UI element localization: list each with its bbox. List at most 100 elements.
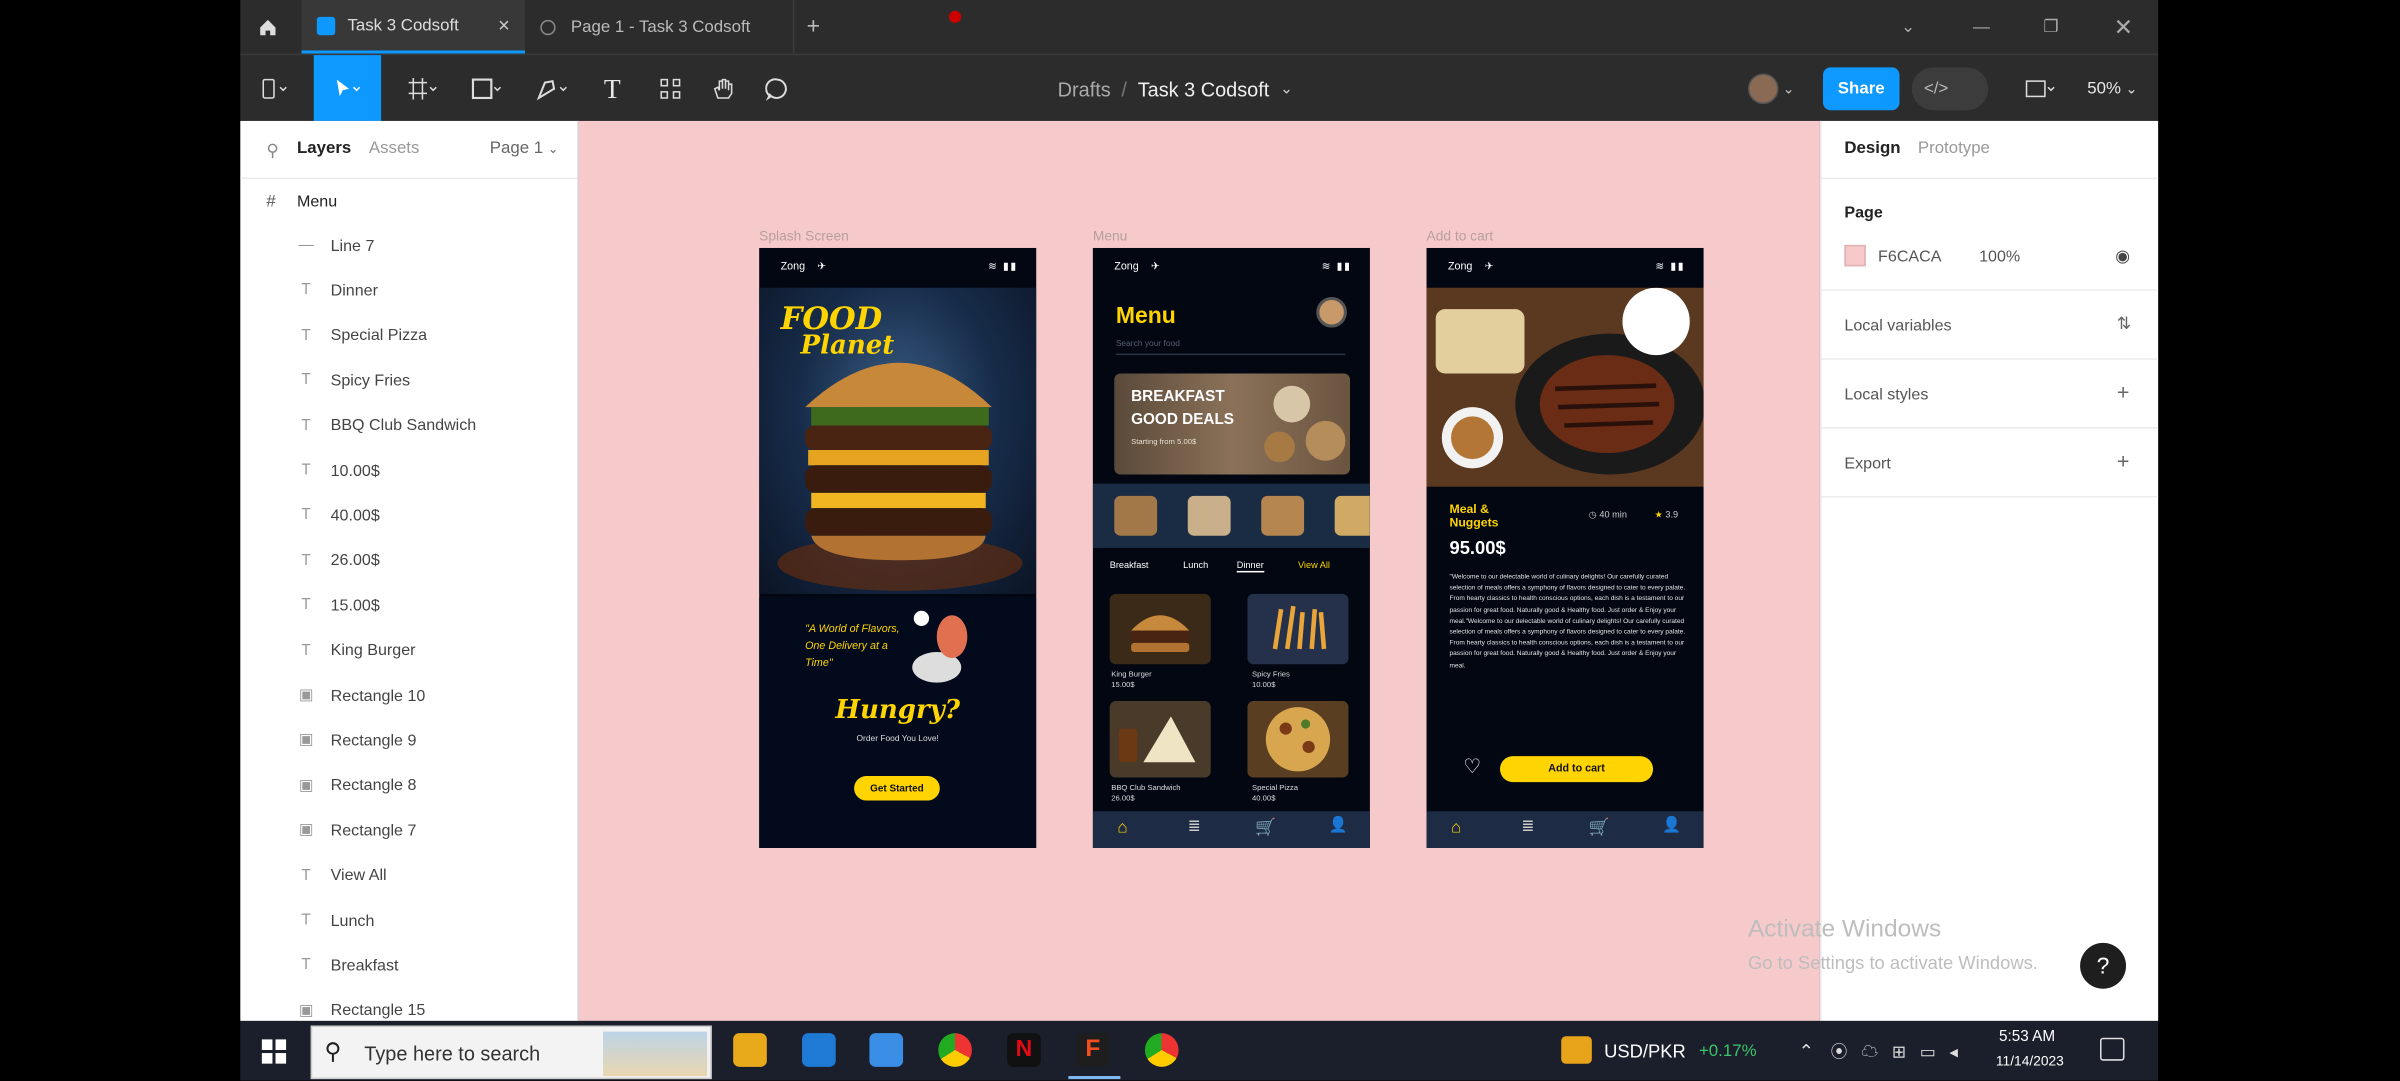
frame-label-splash[interactable]: Splash Screen — [759, 228, 849, 243]
item-image-pizza[interactable] — [1247, 701, 1349, 778]
chevron-up-icon[interactable]: ⌃ — [1798, 1041, 1813, 1062]
home-icon[interactable] — [240, 0, 295, 54]
text-tool-icon[interactable]: T — [595, 67, 629, 110]
file-explorer-icon[interactable] — [733, 1033, 767, 1067]
share-button[interactable]: Share — [1822, 67, 1900, 111]
netflix-icon[interactable]: N — [1007, 1033, 1041, 1067]
category-lunch[interactable]: Lunch — [1183, 562, 1208, 571]
restore-icon[interactable]: ❐ — [2043, 0, 2067, 54]
layer-item[interactable]: T Special Pizza — [240, 313, 577, 357]
avatar[interactable]: ⌄ — [1743, 67, 1798, 110]
chrome-icon[interactable] — [938, 1033, 972, 1067]
tab-page1[interactable]: Page 1 - Task 3 Codsoft — [525, 0, 795, 54]
category-dinner[interactable]: Dinner — [1236, 562, 1264, 573]
category-breakfast[interactable]: Breakfast — [1110, 562, 1149, 571]
frame-label-menu[interactable]: Menu — [1093, 228, 1127, 243]
item-image-sandwich[interactable] — [1109, 701, 1211, 778]
layer-item[interactable]: T View All — [240, 853, 577, 897]
user-icon[interactable]: 👤 — [1662, 817, 1681, 834]
chevron-down-icon[interactable]: ⌄ — [1280, 80, 1293, 97]
main-menu-icon[interactable] — [253, 67, 299, 110]
comment-tool-icon[interactable] — [761, 67, 795, 110]
dev-mode-toggle[interactable]: </> — [1911, 67, 1989, 111]
layer-item[interactable]: ▣ Rectangle 8 — [240, 763, 577, 807]
layer-item[interactable]: T Spicy Fries — [240, 358, 577, 402]
layer-item[interactable]: T Dinner — [240, 268, 577, 312]
layer-item[interactable]: T 10.00$ — [240, 448, 577, 492]
rectangle-tool-icon[interactable] — [464, 67, 510, 110]
store-icon[interactable] — [869, 1033, 904, 1067]
frame-tool-icon[interactable] — [399, 67, 445, 110]
hand-tool-icon[interactable] — [707, 67, 741, 110]
page-opacity[interactable]: 100% — [1979, 248, 2020, 266]
cart-icon[interactable]: 🛒 — [1589, 817, 1610, 837]
tab-design[interactable]: Design — [1844, 139, 1900, 157]
search-input[interactable]: Search your food — [1115, 340, 1346, 356]
layer-item[interactable]: — Line 7 — [240, 223, 577, 267]
page-selector[interactable]: Page 1 ⌄ — [490, 139, 558, 157]
resources-tool-icon[interactable] — [654, 67, 688, 110]
item-image-burger[interactable] — [1109, 593, 1211, 665]
layer-item[interactable]: T Lunch — [240, 898, 577, 942]
cart-icon[interactable]: 🛒 — [1255, 817, 1276, 837]
add-to-cart-frame[interactable]: Zong ✈ ≋ ▮▮ Meal & Nuggets 95.00$ ◷ 40 m… — [1426, 247, 1704, 848]
layer-item[interactable]: T 26.00$ — [240, 538, 577, 582]
tab-prototype[interactable]: Prototype — [1918, 139, 1990, 157]
layer-item[interactable]: ▣ Rectangle 7 — [240, 808, 577, 852]
profile-avatar[interactable] — [1316, 296, 1347, 328]
layer-item[interactable]: ▣ Rectangle 10 — [240, 673, 577, 717]
tab-layers[interactable]: Layers — [297, 139, 351, 157]
layer-item[interactable]: T Breakfast — [240, 943, 577, 987]
zoom-level[interactable]: 50% ⌄ — [2082, 67, 2143, 110]
layer-item[interactable]: T 40.00$ — [240, 493, 577, 537]
layer-item[interactable]: T BBQ Club Sandwich — [240, 403, 577, 447]
tab-assets[interactable]: Assets — [369, 139, 420, 157]
tab-task3[interactable]: Task 3 Codsoft × — [301, 0, 525, 54]
breadcrumb-drafts[interactable]: Drafts — [1058, 77, 1111, 100]
menu-screen-frame[interactable]: Zong ✈ ≋ ▮▮ Menu Search your food BREAKF… — [1092, 247, 1370, 848]
add-export-icon[interactable]: + — [2117, 448, 2130, 472]
clock-date[interactable]: 11/14/2023 — [1996, 1053, 2064, 1068]
minimize-icon[interactable]: — — [1973, 0, 1997, 54]
home-icon[interactable]: ⌂ — [1117, 819, 1127, 837]
system-tray-icons[interactable]: ⦿☁⊞▭◂ — [1831, 1039, 1972, 1063]
windows-start-icon[interactable] — [261, 1039, 287, 1064]
variables-icon[interactable]: ⇅ — [2117, 314, 2131, 333]
layer-item[interactable]: T 15.00$ — [240, 583, 577, 627]
mail-icon[interactable] — [802, 1033, 836, 1067]
splash-screen-frame[interactable]: Zong ✈ ≋ ▮▮ FOOD Planet "A World of Flav… — [759, 247, 1037, 848]
item-image-fries[interactable] — [1247, 593, 1349, 665]
home-icon[interactable]: ⌂ — [1451, 819, 1461, 837]
get-started-button[interactable]: Get Started — [854, 776, 940, 801]
search-icon[interactable]: ⚲ — [266, 141, 278, 160]
list-icon[interactable]: ≣ — [1521, 819, 1534, 836]
chrome-profile-icon[interactable] — [1144, 1033, 1179, 1067]
add-style-icon[interactable]: + — [2117, 380, 2130, 404]
close-tab-icon[interactable]: × — [498, 14, 510, 37]
list-icon[interactable]: ≣ — [1188, 819, 1201, 836]
help-button[interactable]: ? — [2080, 942, 2127, 989]
move-tool-icon[interactable] — [313, 55, 382, 121]
pen-tool-icon[interactable] — [528, 67, 577, 110]
page-color-swatch[interactable] — [1844, 244, 1866, 267]
close-window-icon[interactable]: ✕ — [2114, 0, 2138, 54]
add-to-cart-button[interactable]: Add to cart — [1499, 756, 1654, 783]
view-all-link[interactable]: View All — [1298, 562, 1330, 571]
present-icon[interactable] — [2019, 67, 2065, 110]
frame-label-cart[interactable]: Add to cart — [1427, 228, 1494, 243]
layer-item[interactable]: T King Burger — [240, 628, 577, 672]
layer-item[interactable]: ▣ Rectangle 9 — [240, 718, 577, 762]
add-tab-button[interactable]: + — [807, 0, 838, 54]
eye-icon[interactable]: ◉ — [2115, 246, 2130, 266]
taskbar-search-box[interactable]: ⚲ Type here to search — [310, 1025, 712, 1080]
notifications-icon[interactable] — [2099, 1037, 2125, 1061]
heart-icon[interactable]: ♡ — [1463, 755, 1481, 779]
canvas[interactable]: Splash Screen Menu Add to cart Zong ✈ ≋ … — [578, 120, 1820, 1021]
file-name[interactable]: Task 3 Codsoft — [1138, 77, 1270, 100]
layer-frame-menu[interactable]: # Menu — [240, 179, 577, 223]
page-color-hex[interactable]: F6CACA — [1878, 248, 1941, 266]
chevron-down-icon[interactable]: ⌄ — [1901, 0, 1925, 54]
user-icon[interactable]: 👤 — [1329, 817, 1348, 834]
figma-icon[interactable]: F — [1076, 1033, 1110, 1067]
ticker-symbol[interactable]: USD/PKR — [1604, 1041, 1686, 1062]
